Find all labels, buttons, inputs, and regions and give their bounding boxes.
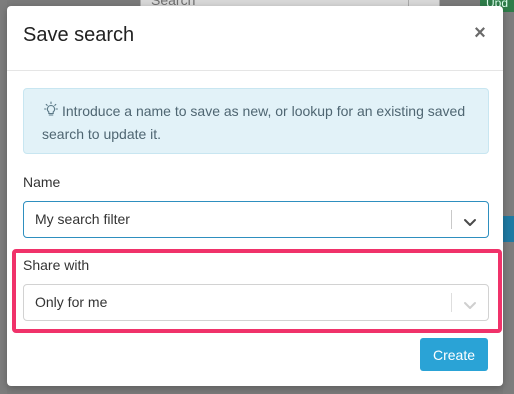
modal-header: Save search × bbox=[7, 6, 503, 71]
lightbulb-icon bbox=[42, 101, 60, 124]
info-text: Introduce a name to save as new, or look… bbox=[42, 103, 466, 142]
name-select-value: My search filter bbox=[35, 211, 130, 227]
background-edge-right bbox=[503, 0, 514, 394]
share-with-label: Share with bbox=[23, 257, 90, 273]
modal-title: Save search bbox=[23, 24, 135, 46]
chevron-down-icon[interactable] bbox=[460, 210, 480, 230]
info-alert: Introduce a name to save as new, or look… bbox=[23, 88, 489, 154]
name-select[interactable]: My search filter bbox=[23, 201, 489, 238]
background-edge-left bbox=[0, 0, 7, 394]
share-with-select-value: Only for me bbox=[35, 294, 108, 310]
close-icon[interactable]: × bbox=[469, 22, 491, 44]
select-divider bbox=[451, 210, 452, 229]
create-button[interactable]: Create bbox=[420, 338, 488, 371]
select-divider bbox=[451, 293, 452, 312]
share-with-select[interactable]: Only for me bbox=[23, 284, 489, 321]
name-label: Name bbox=[23, 174, 61, 190]
chevron-down-icon[interactable] bbox=[460, 293, 480, 313]
save-search-modal: Save search × Introduce a name to save a… bbox=[7, 6, 503, 386]
